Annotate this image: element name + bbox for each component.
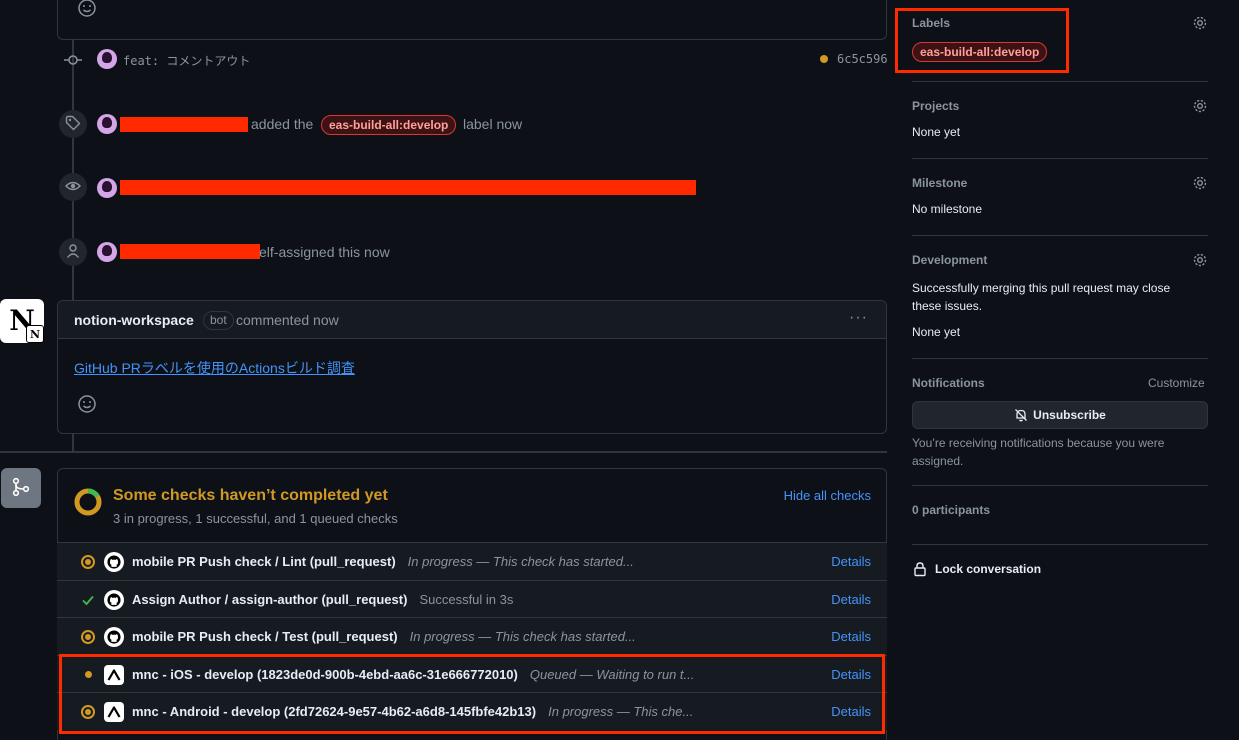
notifications-reason: You’re receiving notifications because y…	[912, 436, 1165, 468]
avatar[interactable]	[97, 49, 117, 69]
add-reaction-icon[interactable]	[77, 0, 97, 18]
tag-icon	[65, 115, 81, 134]
redacted-event-text	[120, 180, 696, 195]
sidebar-divider	[912, 235, 1208, 236]
development-title[interactable]: Development	[912, 253, 987, 267]
queued-status-icon	[80, 667, 96, 683]
add-reaction-icon[interactable]	[77, 394, 97, 414]
check-description: Queued — Waiting to run t...	[529, 667, 695, 682]
assign-event-text: elf-assigned this now	[259, 244, 390, 260]
commit-message[interactable]: feat: コメントアウト	[123, 52, 250, 69]
github-app-icon	[104, 626, 124, 647]
redacted-username	[120, 117, 248, 132]
check-name: mnc - Android - develop (2fd72624-9e57-4…	[132, 704, 537, 719]
sidebar-divider	[912, 485, 1208, 486]
notifications-title: Notifications	[912, 376, 985, 390]
label-event-suffix: label now	[463, 116, 523, 132]
avatar[interactable]	[97, 114, 117, 134]
checks-progress-icon	[73, 487, 103, 517]
comment-link[interactable]: GitHub PRラベルを使用のActionsビルド調査	[74, 358, 355, 378]
lock-icon[interactable]	[912, 561, 928, 577]
unsubscribe-button[interactable]: Unsubscribe	[912, 401, 1208, 429]
github-app-icon	[104, 589, 124, 610]
participants-title: 0 participants	[912, 503, 991, 517]
check-description: Successful in 3s	[419, 592, 514, 607]
git-branch-icon	[10, 476, 32, 501]
label-event-text: added the	[251, 116, 314, 132]
checks-summary: 3 in progress, 1 successful, and 1 queue…	[113, 511, 398, 526]
hide-all-checks-button[interactable]: Hide all checks	[784, 488, 871, 503]
eye-icon	[65, 178, 81, 197]
avatar[interactable]	[97, 242, 117, 262]
details-link[interactable]: Details	[831, 629, 871, 644]
timeline-separator	[0, 451, 887, 453]
customize-link[interactable]: Customize	[1148, 376, 1205, 390]
check-description: In progress — This check has started...	[409, 629, 636, 644]
milestone-title[interactable]: Milestone	[912, 176, 967, 190]
expo-app-icon	[104, 664, 124, 685]
git-branch-badge	[1, 468, 41, 508]
details-link[interactable]: Details	[831, 592, 871, 607]
milestone-value: No milestone	[912, 202, 983, 216]
labels-title[interactable]: Labels	[912, 16, 950, 30]
tag-badge	[59, 110, 87, 138]
bell-slash-icon	[1014, 408, 1028, 422]
check-row[interactable]: mobile PR Push check / Lint (pull_reques…	[57, 542, 887, 580]
check-description: In progress — This check has started...	[407, 554, 634, 569]
person-icon	[65, 243, 81, 262]
github-app-icon	[104, 551, 124, 572]
comment-action[interactable]: commented now	[236, 312, 339, 328]
bot-comment-header: notion-workspace bot commented now ···	[58, 301, 886, 339]
details-link[interactable]: Details	[831, 667, 871, 682]
check-name: Assign Author / assign-author (pull_requ…	[132, 592, 408, 607]
bot-badge: bot	[203, 311, 234, 330]
check-name: mnc - iOS - develop (1823de0d-900b-4ebd-…	[132, 667, 518, 682]
check-row[interactable]: mobile PR Push check / Test (pull_reques…	[57, 617, 887, 655]
sidebar-divider	[912, 358, 1208, 359]
person-badge	[59, 238, 87, 266]
label-pill[interactable]: eas-build-all:develop	[321, 115, 457, 135]
milestone-gear-icon[interactable]	[1192, 175, 1208, 191]
check-name: mobile PR Push check / Test (pull_reques…	[132, 629, 398, 644]
check-row[interactable]: mnc - iOS - develop (1823de0d-900b-4ebd-…	[57, 655, 887, 693]
commit-sha[interactable]: 6c5c596	[837, 52, 888, 66]
comment-author[interactable]: notion-workspace	[74, 312, 194, 328]
notion-small-icon: N	[26, 325, 44, 343]
sidebar-divider	[912, 158, 1208, 159]
label-pill[interactable]: eas-build-all:develop	[912, 42, 1048, 62]
development-value: None yet	[912, 325, 961, 339]
bot-comment-box: notion-workspace bot commented now ··· G…	[57, 300, 887, 434]
in-progress-status-icon	[80, 629, 96, 645]
unsubscribe-label: Unsubscribe	[1033, 408, 1106, 422]
details-link[interactable]: Details	[831, 554, 871, 569]
development-gear-icon[interactable]	[1192, 252, 1208, 268]
check-row[interactable]: mnc - Android - develop (2fd72624-9e57-4…	[57, 692, 887, 730]
commit-status-dot[interactable]	[820, 55, 828, 63]
in-progress-status-icon	[80, 554, 96, 570]
more-options-icon[interactable]: ···	[849, 309, 868, 327]
check-name: mobile PR Push check / Lint (pull_reques…	[132, 554, 396, 569]
expo-app-icon	[104, 701, 124, 722]
projects-gear-icon[interactable]	[1192, 98, 1208, 114]
details-link[interactable]: Details	[831, 704, 871, 719]
notion-avatar[interactable]: N N	[0, 299, 44, 343]
projects-title[interactable]: Projects	[912, 99, 959, 113]
labels-gear-icon[interactable]	[1192, 15, 1208, 31]
timeline-line	[72, 434, 74, 452]
sidebar-divider	[912, 544, 1208, 545]
development-description: Successfully merging this pull request m…	[912, 281, 1171, 313]
previous-comment-box	[57, 0, 887, 40]
commit-icon	[64, 51, 82, 69]
avatar[interactable]	[97, 178, 117, 198]
projects-value: None yet	[912, 125, 961, 139]
eye-badge	[59, 173, 87, 201]
checks-title: Some checks haven’t completed yet	[113, 487, 388, 504]
lock-conversation-link[interactable]: Lock conversation	[935, 562, 1041, 576]
check-description: In progress — This che...	[548, 704, 694, 719]
check-row[interactable]: Assign Author / assign-author (pull_requ…	[57, 580, 887, 618]
in-progress-status-icon	[80, 704, 96, 720]
success-check-icon	[80, 592, 96, 608]
redacted-username	[120, 244, 260, 259]
sidebar-divider	[912, 81, 1208, 82]
